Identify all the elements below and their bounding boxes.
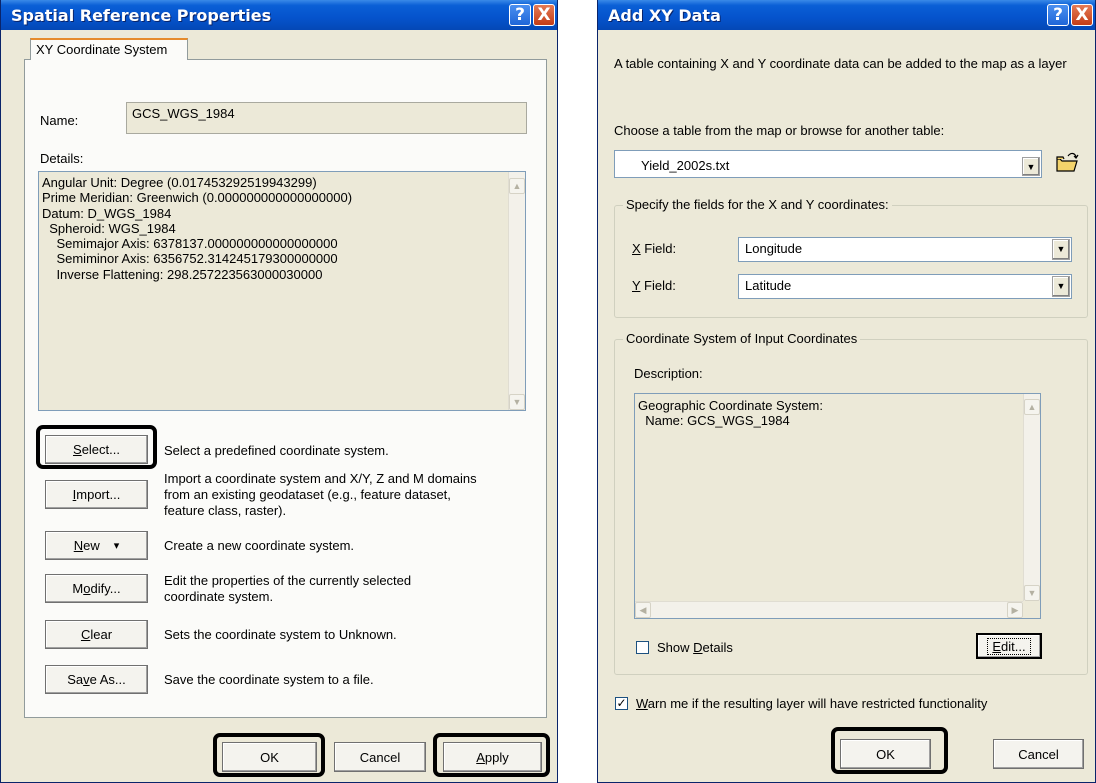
details-line: Semiminor Axis: 6356752.3142451793000000… (42, 251, 338, 267)
details-scrollbar[interactable]: ▲ ▼ (508, 172, 525, 410)
show-details-label: Show Details (657, 640, 733, 655)
description-label: Description: (634, 366, 703, 381)
show-details-checkbox[interactable] (636, 641, 649, 654)
dialog-title: Spatial Reference Properties (11, 6, 272, 25)
y-field-label: Y Field: (632, 278, 676, 293)
close-icon[interactable]: X (533, 4, 555, 26)
scroll-up-icon[interactable]: ▲ (1024, 399, 1040, 415)
import-description: Import a coordinate system and X/Y, Z an… (164, 471, 477, 518)
chevron-down-icon[interactable]: ▼ (1052, 276, 1070, 297)
ok-button[interactable]: OK (840, 739, 931, 769)
description-textbox[interactable]: Geographic Coordinate System: Name: GCS_… (634, 393, 1041, 619)
title-bar[interactable]: Add XY Data ? X (598, 0, 1095, 30)
description-line: Name: GCS_WGS_1984 (638, 413, 790, 428)
chevron-down-icon[interactable]: ▼ (1022, 157, 1040, 176)
select-description: Select a predefined coordinate system. (164, 443, 389, 458)
scroll-up-icon[interactable]: ▲ (509, 178, 525, 194)
edit-button[interactable]: Edit... (976, 633, 1042, 659)
add-xy-data-dialog: Add XY Data ? X A table containing X and… (597, 0, 1096, 783)
x-field-label: X Field: (632, 241, 677, 256)
close-icon[interactable]: X (1071, 4, 1093, 26)
description-vscrollbar[interactable]: ▲ ▼ (1023, 394, 1040, 601)
details-line: Inverse Flattening: 298.2572235630000300… (42, 266, 323, 282)
scroll-left-icon[interactable]: ◀ (635, 602, 651, 618)
description-text: Geographic Coordinate System: Name: GCS_… (638, 398, 823, 428)
title-bar[interactable]: Spatial Reference Properties ? X (1, 0, 557, 30)
coordinate-system-group-title: Coordinate System of Input Coordinates (623, 331, 861, 346)
details-line: Prime Meridian: Greenwich (0.00000000000… (42, 190, 353, 206)
scroll-down-icon[interactable]: ▼ (509, 394, 525, 410)
y-field-value: Latitude (745, 278, 792, 293)
details-line: Datum: D_WGS_1984 (42, 205, 172, 221)
clear-button[interactable]: Clear (45, 620, 148, 649)
scroll-down-icon[interactable]: ▼ (1024, 585, 1040, 601)
x-field-value: Longitude (745, 241, 803, 256)
modify-button[interactable]: Mo dify... (45, 574, 148, 603)
new-description: Create a new coordinate system. (164, 538, 355, 553)
choose-table-label: Choose a table from the map or browse fo… (614, 123, 945, 138)
name-label: Name: (40, 113, 79, 128)
help-icon[interactable]: ? (509, 4, 531, 26)
select-button[interactable]: Select... (45, 435, 148, 464)
warn-checkbox[interactable]: ✓ (615, 697, 628, 710)
warn-label: Warn me if the resulting layer will have… (636, 696, 988, 711)
cancel-button[interactable]: Cancel (993, 739, 1084, 769)
help-icon[interactable]: ? (1047, 4, 1069, 26)
x-field-dropdown[interactable]: Longitude ▼ (738, 237, 1072, 262)
new-button[interactable]: New ▾ (45, 531, 148, 560)
description-line: Geographic Coordinate System: (638, 398, 823, 413)
dialog-title: Add XY Data (608, 6, 721, 25)
chevron-down-icon[interactable]: ▼ (1052, 239, 1070, 260)
fields-group-title: Specify the fields for the X and Y coord… (623, 197, 892, 212)
table-value: Yield_2002s.txt (641, 158, 730, 173)
description-hscrollbar[interactable]: ◀ ▶ (635, 601, 1023, 618)
scroll-right-icon[interactable]: ▶ (1007, 602, 1023, 618)
spatial-reference-dialog: Spatial Reference Properties ? X XY Coor… (0, 0, 558, 783)
chevron-down-icon: ▾ (113, 540, 120, 552)
details-line: Spheroid: WGS_1984 (42, 220, 176, 236)
tab-xy-coordinate-system[interactable]: XY Coordinate System (30, 38, 188, 60)
intro-text: A table containing X and Y coordinate da… (614, 56, 1067, 71)
details-textbox[interactable]: Angular Unit: Degree (0.0174532925199432… (38, 171, 526, 411)
cancel-button[interactable]: Cancel (334, 742, 426, 772)
details-label: Details: (40, 151, 84, 166)
open-folder-icon[interactable] (1053, 150, 1081, 176)
details-line: Semimajor Axis: 6378137.0000000000000000… (42, 236, 338, 252)
clear-description: Sets the coordinate system to Unknown. (164, 627, 397, 642)
ok-button[interactable]: OK (222, 742, 317, 772)
modify-description: Edit the properties of the currently sel… (164, 573, 412, 604)
name-field: GCS_WGS_1984 (126, 102, 527, 134)
apply-button[interactable]: Apply (443, 742, 542, 772)
import-button[interactable]: Import... (45, 480, 148, 509)
table-dropdown[interactable]: Yield_2002s.txt ▼ (614, 150, 1042, 178)
details-text: Angular Unit: Degree (0.0174532925199432… (42, 175, 352, 282)
y-field-dropdown[interactable]: Latitude ▼ (738, 274, 1072, 299)
save-as-button[interactable]: Sa v e As... (45, 665, 148, 694)
details-line: Angular Unit: Degree (0.0174532925199432… (42, 175, 317, 190)
save-as-description: Save the coordinate system to a file. (164, 672, 374, 687)
